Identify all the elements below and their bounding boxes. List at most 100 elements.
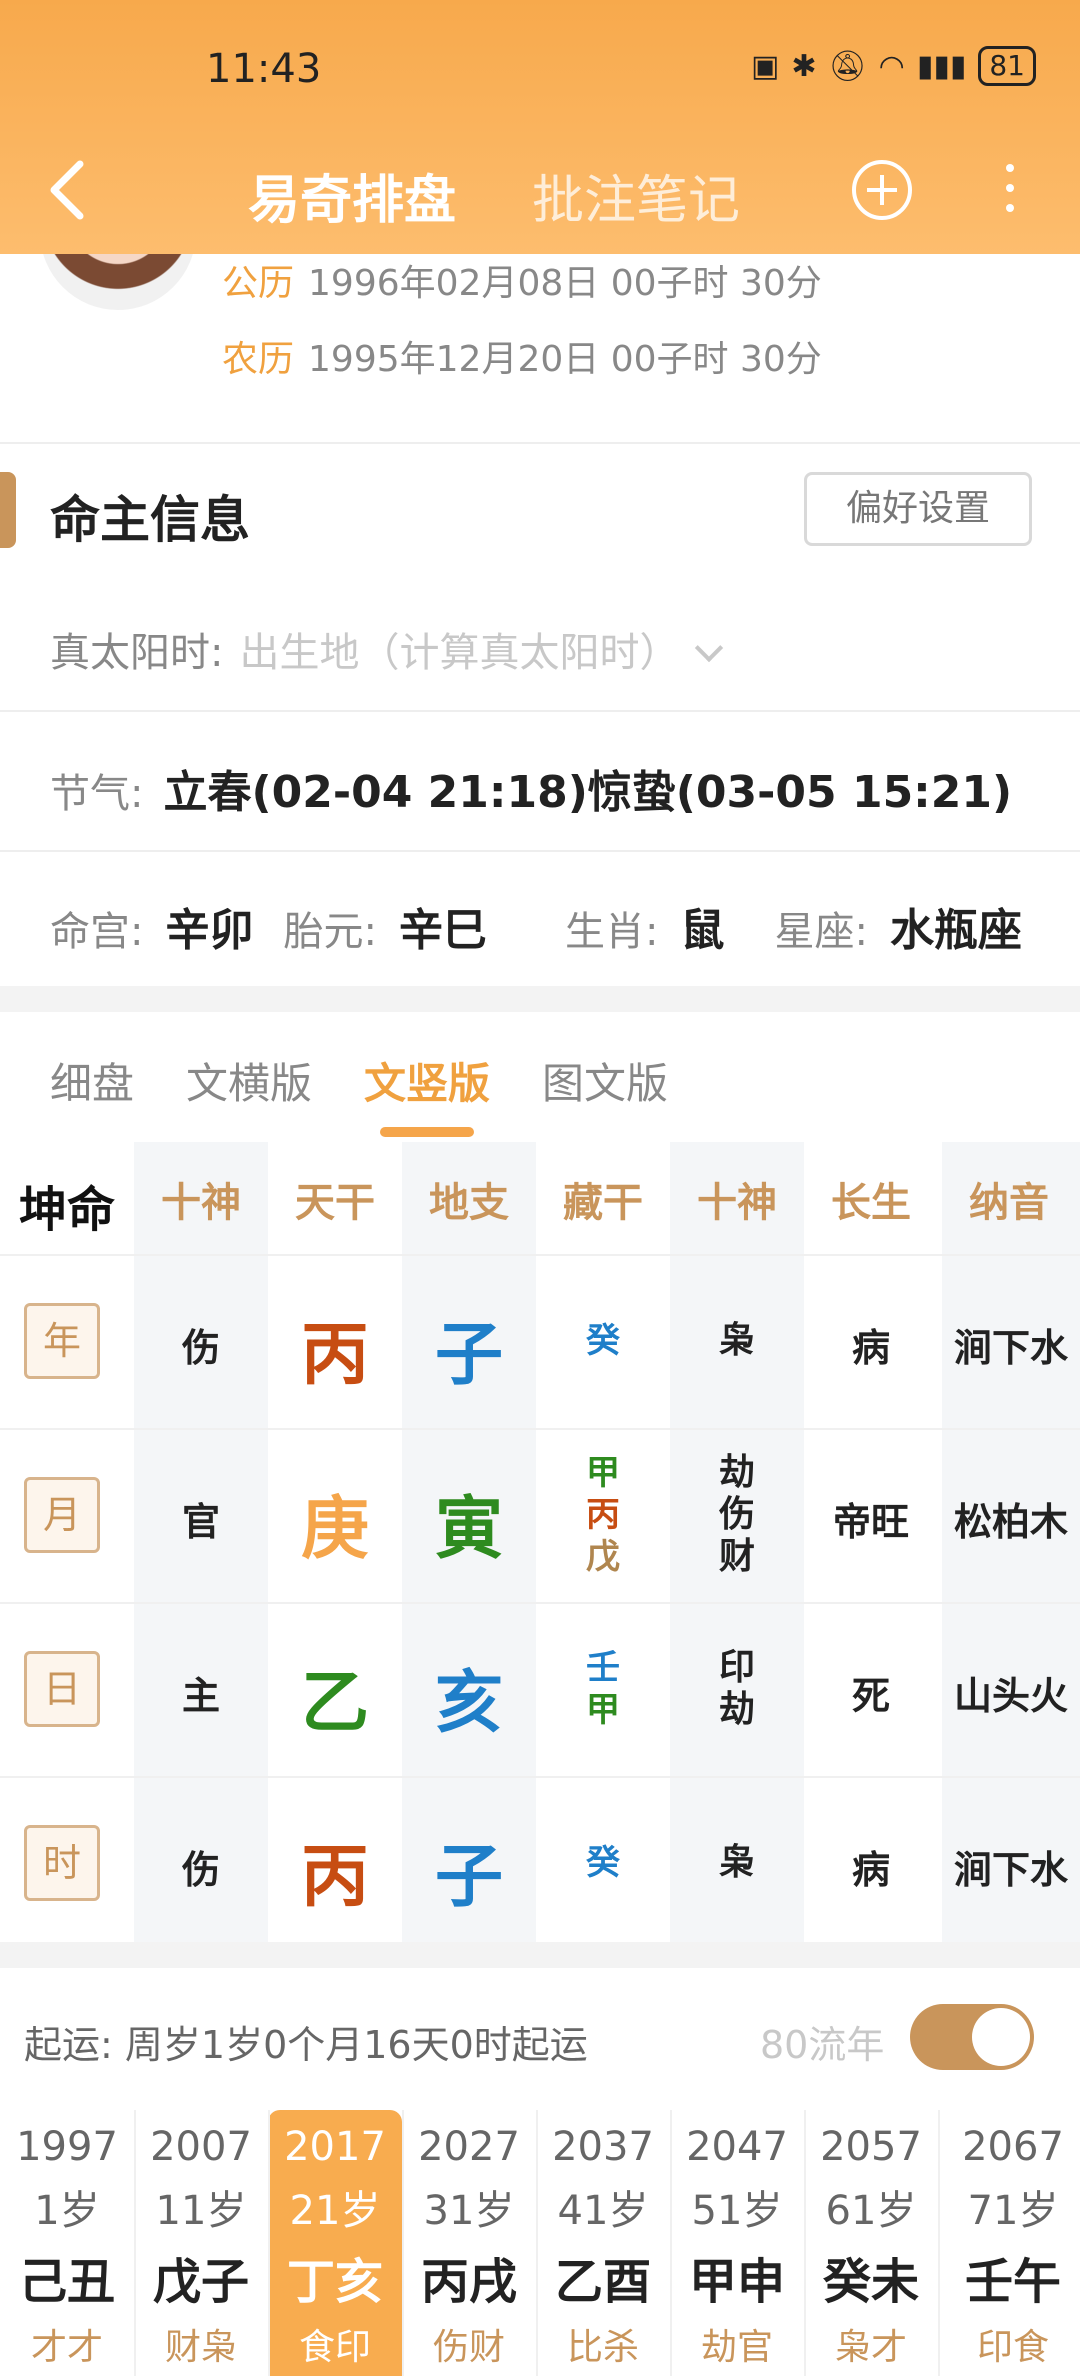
- luck-year: 2067: [962, 2124, 1064, 2170]
- luck-period-1997[interactable]: 1997 1岁 己丑 才才: [0, 2110, 134, 2376]
- luck-divider: [938, 2110, 940, 2376]
- luck-gods: 枭才: [834, 2327, 907, 2368]
- add-circle-icon[interactable]: [852, 160, 912, 220]
- pillar-label[interactable]: 年: [24, 1303, 100, 1379]
- ten-god-cell: 伤: [181, 1848, 220, 1892]
- chart-info-row: 命宫: 辛卯 胎元: 辛巳 生肖: 鼠 星座: 水瓶座: [50, 894, 1050, 958]
- status-time: 11:43: [206, 46, 322, 92]
- gregorian-value: 1996年02月08日 00子时 30分: [308, 263, 822, 304]
- luck-period-2007[interactable]: 2007 11岁 戊子 财枭: [134, 2110, 268, 2376]
- solar-time-label: 真太阳时:: [50, 630, 224, 676]
- lunar-value: 1995年12月20日 00子时 30分: [308, 339, 822, 380]
- tab-annotation-notes[interactable]: 批注笔记: [532, 158, 740, 233]
- solar-terms-row: 节气: 立春(02-04 21:18)惊蛰(03-05 15:21): [50, 756, 1012, 820]
- hidden-stem: 壬: [586, 1648, 620, 1688]
- luck-ganzhi: 壬午: [964, 2254, 1061, 2310]
- pillar-label[interactable]: 月: [24, 1477, 100, 1553]
- chart-view-tabs: 细盘 文横版 文竖版 图文版: [50, 1050, 668, 1137]
- row-divider: [0, 1776, 1080, 1778]
- app-header: 11:43 ▣ ✱ 🔕︎ ◠ ▮▮▮ 81 易奇排盘 批注笔记: [0, 0, 1080, 254]
- tab-detail[interactable]: 细盘: [50, 1050, 134, 1111]
- major-luck-strip: 1997 1岁 己丑 才才 2007 11岁 戊子 财枭 2017 21岁 丁亥 食印 2027 31岁丙…: [0, 2110, 1080, 2376]
- luck-period-2017[interactable]: 2017 21岁 丁亥 食印: [268, 2110, 402, 2376]
- luck-period-2057[interactable]: 2057 61岁 癸未 枭才: [804, 2110, 938, 2376]
- header-branch: 地支: [429, 1180, 509, 1226]
- luck-year: 2007: [150, 2124, 252, 2170]
- luck-ganzhi: 乙酉: [554, 2254, 651, 2310]
- luck-age: 41岁: [557, 2188, 649, 2234]
- hidden-gods-cell: 枭: [670, 1842, 804, 1884]
- luck-age: 31岁: [423, 2188, 515, 2234]
- life-stage-cell: 帝旺: [832, 1500, 909, 1544]
- hidden-gods-cell: 劫伤财: [670, 1452, 804, 1578]
- life-stage-cell: 死: [851, 1674, 890, 1718]
- hidden-stem: 戊: [586, 1537, 620, 1577]
- header-ten-gods: 十神: [161, 1180, 241, 1226]
- gregorian-date-row: 公历 1996年02月08日 00子时 30分: [222, 254, 822, 306]
- jieqi-label: 节气:: [50, 771, 144, 817]
- hidden-stems-cell: 壬甲: [536, 1647, 670, 1731]
- heavenly-stem-cell: 庚: [300, 1490, 369, 1569]
- luck-ganzhi: 丙戌: [420, 2254, 517, 2310]
- section-title: 命主信息: [50, 491, 250, 549]
- pillar-label[interactable]: 时: [24, 1825, 100, 1901]
- section-gap: [0, 986, 1080, 1012]
- hidden-stem: 丙: [586, 1495, 620, 1535]
- luck-period-2037[interactable]: 2037 41岁 乙酉 比杀: [536, 2110, 670, 2376]
- tab-graphic[interactable]: 图文版: [542, 1050, 668, 1111]
- life-stage-cell: 病: [851, 1326, 890, 1370]
- luck-gods: 才才: [30, 2327, 103, 2368]
- info-value: 鼠: [680, 905, 725, 956]
- luck-period-2067[interactable]: 2067 71岁 壬午 印食: [946, 2110, 1080, 2376]
- luck-gods: 伤财: [432, 2327, 505, 2368]
- preference-settings-button[interactable]: 偏好设置: [804, 472, 1032, 546]
- nayin-cell: 山头火: [953, 1674, 1068, 1718]
- hidden-god: 伤: [718, 1494, 755, 1535]
- luck-start-row: 起运: 周岁1岁0个月16天0时起运: [24, 2014, 588, 2069]
- solar-time-value: 出生地（计算真太阳时）: [239, 630, 680, 676]
- gregorian-label: 公历: [222, 263, 295, 304]
- signal-icon: ▮▮▮: [916, 48, 967, 84]
- pillar-label[interactable]: 日: [24, 1651, 100, 1727]
- bazi-table: 坤命 十神 天干 地支 藏干 十神 长生 纳音 年伤丙子癸枭病涧下水月官庚寅甲丙…: [0, 1142, 1080, 1942]
- luck-divider: [670, 2110, 672, 2376]
- header-nayin: 纳音: [969, 1180, 1049, 1226]
- lunar-label: 农历: [222, 339, 295, 380]
- luck-age: 51岁: [691, 2188, 783, 2234]
- luck-year: 2057: [820, 2124, 922, 2170]
- luck-age: 61岁: [825, 2188, 917, 2234]
- tab-text-vertical[interactable]: 文竖版: [364, 1050, 490, 1137]
- luck-period-2047[interactable]: 2047 51岁 甲申 劫官: [670, 2110, 804, 2376]
- info-key: 生肖:: [564, 909, 659, 955]
- mute-icon: 🔕︎: [828, 48, 867, 84]
- status-bar: 11:43 ▣ ✱ 🔕︎ ◠ ▮▮▮ 81: [0, 0, 1080, 140]
- lunar-date-row: 农历 1995年12月20日 00子时 30分: [222, 330, 822, 382]
- hidden-stems-cell: 癸: [536, 1320, 670, 1362]
- app-screen: 11:43 ▣ ✱ 🔕︎ ◠ ▮▮▮ 81 易奇排盘 批注笔记 公历 1996年0…: [0, 0, 1080, 2376]
- battery-icon: 81: [978, 46, 1036, 86]
- luck-age: 21岁: [289, 2188, 381, 2234]
- info-key: 胎元:: [283, 909, 377, 955]
- hidden-god: 印: [718, 1647, 755, 1688]
- header-hidden-gods: 十神: [697, 1180, 777, 1226]
- nayin-cell: 松柏木: [953, 1500, 1068, 1544]
- bluetooth-icon: ✱: [791, 48, 817, 84]
- flow-years-toggle[interactable]: [910, 2004, 1034, 2070]
- hidden-god: 劫: [718, 1689, 755, 1730]
- toggle-knob: [972, 2008, 1030, 2066]
- divider: [0, 850, 1080, 852]
- heavenly-stem-cell: 丙: [300, 1316, 369, 1395]
- luck-divider: [536, 2110, 538, 2376]
- luck-ganzhi: 戊子: [152, 2254, 249, 2310]
- gender-header: 坤命: [18, 1182, 115, 1238]
- nayin-cell: 涧下水: [953, 1848, 1068, 1892]
- back-arrow-icon[interactable]: [44, 150, 94, 230]
- heavenly-stem-cell: 乙: [300, 1664, 369, 1743]
- true-solar-time-selector[interactable]: 真太阳时: 出生地（计算真太阳时）: [50, 620, 724, 678]
- tab-yiqi-chart[interactable]: 易奇排盘: [248, 158, 456, 233]
- tab-text-horizontal[interactable]: 文横版: [186, 1050, 312, 1111]
- hidden-god: 财: [718, 1536, 755, 1577]
- luck-period-2027[interactable]: 2027 31岁 丙戌 伤财: [402, 2110, 536, 2376]
- luck-ganzhi: 己丑: [18, 2254, 115, 2310]
- more-vertical-icon[interactable]: [1004, 164, 1016, 220]
